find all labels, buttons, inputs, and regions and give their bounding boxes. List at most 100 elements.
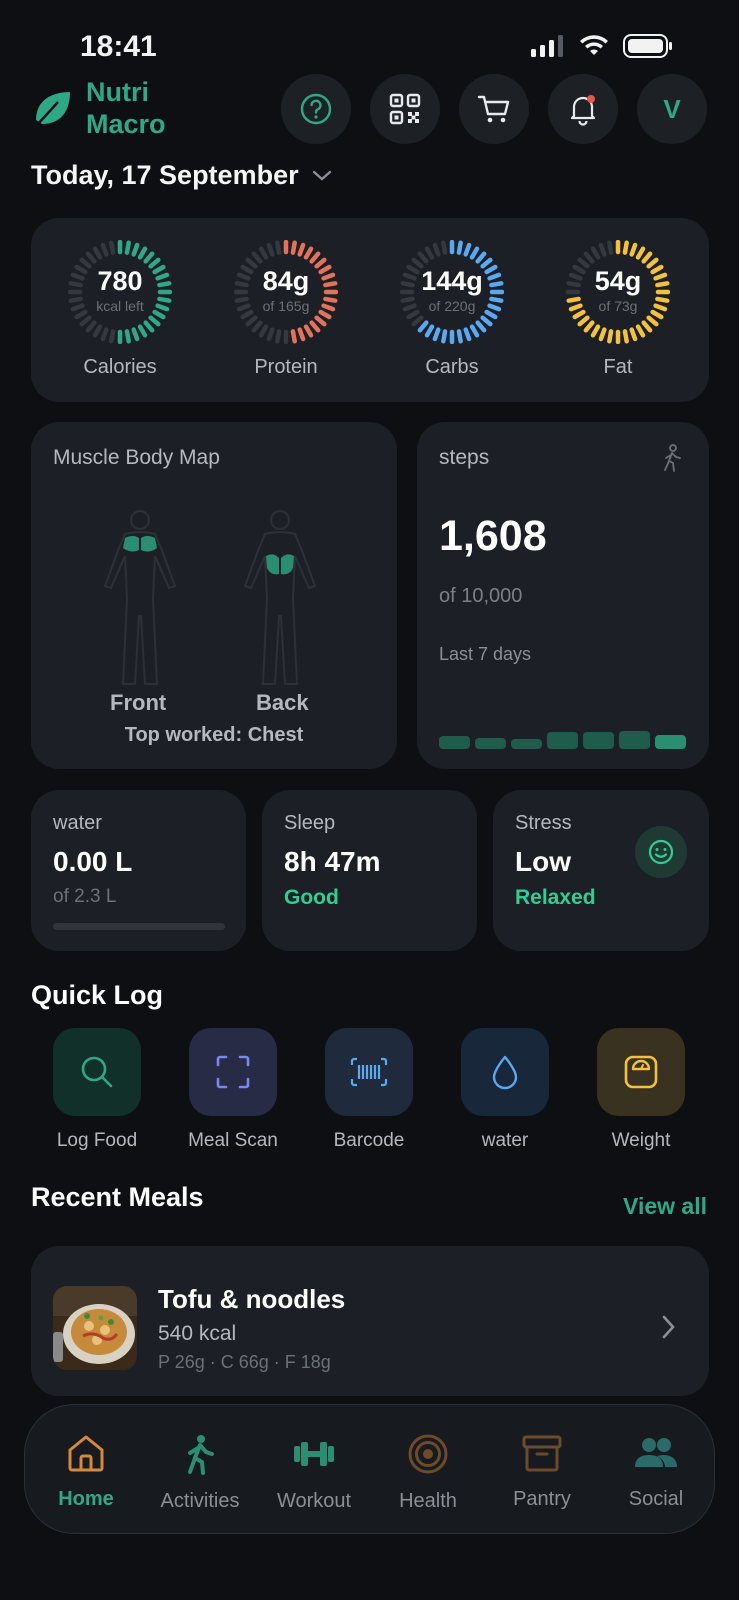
- ring-segment: [143, 251, 155, 264]
- view-all-link[interactable]: View all: [623, 1193, 707, 1220]
- ring-segment: [309, 320, 321, 333]
- steps-day-bar: [511, 739, 542, 749]
- ring-segment: [258, 324, 269, 338]
- ring-segment: [417, 320, 429, 333]
- ring-segment: [92, 324, 103, 338]
- top-worked-text: Top worked: Chest: [124, 724, 304, 746]
- muscle-body-map-card[interactable]: Muscle Body Map Front Back Top worked: C…: [31, 422, 397, 769]
- nav-activities-label: Activities: [160, 1490, 240, 1512]
- help-button[interactable]: [281, 74, 351, 144]
- protein-value: 84g: [262, 266, 310, 296]
- steps-period: Last 7 days: [439, 644, 532, 664]
- cart-button[interactable]: [459, 74, 529, 144]
- ring-segment: [456, 240, 463, 255]
- steps-day-bar: [475, 738, 506, 749]
- smile-icon-badge: [635, 826, 687, 878]
- front-body-figure: [103, 510, 177, 685]
- water-card[interactable]: water 0.00 L of 2.3 L: [31, 790, 246, 951]
- carbs-value: 144g: [421, 266, 483, 296]
- help-icon: [300, 93, 332, 125]
- fat-sub: of 73g: [598, 298, 638, 314]
- cart-icon: [477, 95, 510, 123]
- fat-ring[interactable]: 54g of 73g Fat: [563, 240, 673, 379]
- ring-segment: [469, 246, 480, 260]
- front-label: Front: [110, 690, 167, 715]
- quick-log-water[interactable]: water: [450, 1028, 560, 1152]
- quick-log-barcode[interactable]: Barcode: [314, 1028, 424, 1152]
- weight-label: Weight: [611, 1130, 671, 1151]
- ring-segment: [583, 320, 595, 333]
- ring-segment: [251, 251, 263, 264]
- quick-log-weight[interactable]: Weight: [586, 1028, 696, 1152]
- ring-segment: [635, 246, 646, 260]
- calories-ring[interactable]: 780 kcal left Calories: [65, 240, 175, 379]
- ring-segment: [607, 329, 614, 344]
- ring-segment: [424, 246, 435, 260]
- signal-icon: [531, 35, 563, 57]
- notifications-button[interactable]: [548, 74, 618, 144]
- status-time: 18:41: [80, 30, 157, 63]
- app-logo[interactable]: Nutri Macro: [30, 76, 166, 140]
- ring-segment: [109, 329, 116, 344]
- ring-segment: [266, 242, 275, 257]
- log-food-button[interactable]: [53, 1028, 141, 1116]
- nav-home[interactable]: Home: [31, 1433, 141, 1511]
- ring-segment: [577, 315, 590, 327]
- nav-social[interactable]: Social: [601, 1433, 711, 1511]
- meal-scan-button[interactable]: [189, 1028, 277, 1116]
- meal-photo: [53, 1286, 137, 1370]
- water-quick-label: water: [481, 1130, 529, 1151]
- ring-segment: [131, 242, 140, 257]
- water-button[interactable]: [461, 1028, 549, 1116]
- water-progress-bar: [53, 923, 225, 930]
- ring-segment: [598, 242, 607, 257]
- ring-segment: [432, 327, 441, 342]
- nav-pantry-label: Pantry: [513, 1488, 571, 1510]
- nav-social-label: Social: [628, 1488, 684, 1510]
- calories-value: 780: [97, 266, 143, 296]
- bottom-nav: Home Activities Workout Health Pantry So…: [24, 1404, 715, 1534]
- ring-segment: [124, 329, 131, 344]
- barcode-label: Barcode: [333, 1130, 405, 1151]
- carbs-ring[interactable]: 144g of 220g Carbs: [397, 240, 507, 379]
- sleep-value: 8h 47m: [284, 846, 381, 877]
- nav-health-label: Health: [399, 1490, 457, 1512]
- nav-pantry[interactable]: Pantry: [487, 1433, 597, 1511]
- ring-segment: [92, 246, 103, 260]
- steps-week-chart: [439, 731, 686, 749]
- ring-segment: [583, 251, 595, 264]
- macros-card[interactable]: 780 kcal left Calories 84g of 165g Prote…: [31, 218, 709, 402]
- ring-segment: [622, 329, 629, 344]
- qr-code-button[interactable]: [370, 74, 440, 144]
- avatar-letter: V: [663, 93, 681, 124]
- sleep-card[interactable]: Sleep 8h 47m Good: [262, 790, 477, 951]
- ring-segment: [275, 240, 282, 255]
- protein-label: Protein: [254, 356, 318, 378]
- ring-segment: [629, 242, 638, 257]
- quick-log-log-food[interactable]: Log Food: [42, 1028, 152, 1152]
- ring-segment: [607, 240, 614, 255]
- ring-segment: [411, 315, 424, 327]
- barcode-button[interactable]: [325, 1028, 413, 1116]
- quick-log-meal-scan[interactable]: Meal Scan: [178, 1028, 288, 1152]
- date-selector[interactable]: Today, 17 September: [31, 160, 333, 191]
- steps-card[interactable]: steps 1,608 of 10,000 Last 7 days: [417, 422, 709, 769]
- meal-item[interactable]: Tofu & noodles 540 kcal P 26g · C 66g · …: [31, 1246, 709, 1396]
- weight-button[interactable]: [597, 1028, 685, 1116]
- walking-icon: [664, 444, 681, 472]
- ring-segment: [646, 315, 659, 327]
- box-icon: [522, 1435, 562, 1472]
- protein-ring[interactable]: 84g of 165g Protein: [231, 240, 341, 379]
- stress-card[interactable]: Stress Low Relaxed: [493, 790, 709, 951]
- ring-segment: [424, 324, 435, 338]
- profile-avatar[interactable]: V: [637, 74, 707, 144]
- fat-label: Fat: [603, 356, 633, 378]
- steps-day-bar: [619, 731, 650, 749]
- ring-segment: [463, 242, 472, 257]
- target-icon: [408, 1434, 448, 1474]
- nav-activities[interactable]: Activities: [145, 1433, 255, 1513]
- nav-health[interactable]: Health: [373, 1433, 483, 1513]
- sleep-status: Good: [284, 886, 339, 909]
- nav-workout[interactable]: Workout: [259, 1433, 369, 1513]
- logo-line-1: Nutri: [86, 77, 149, 107]
